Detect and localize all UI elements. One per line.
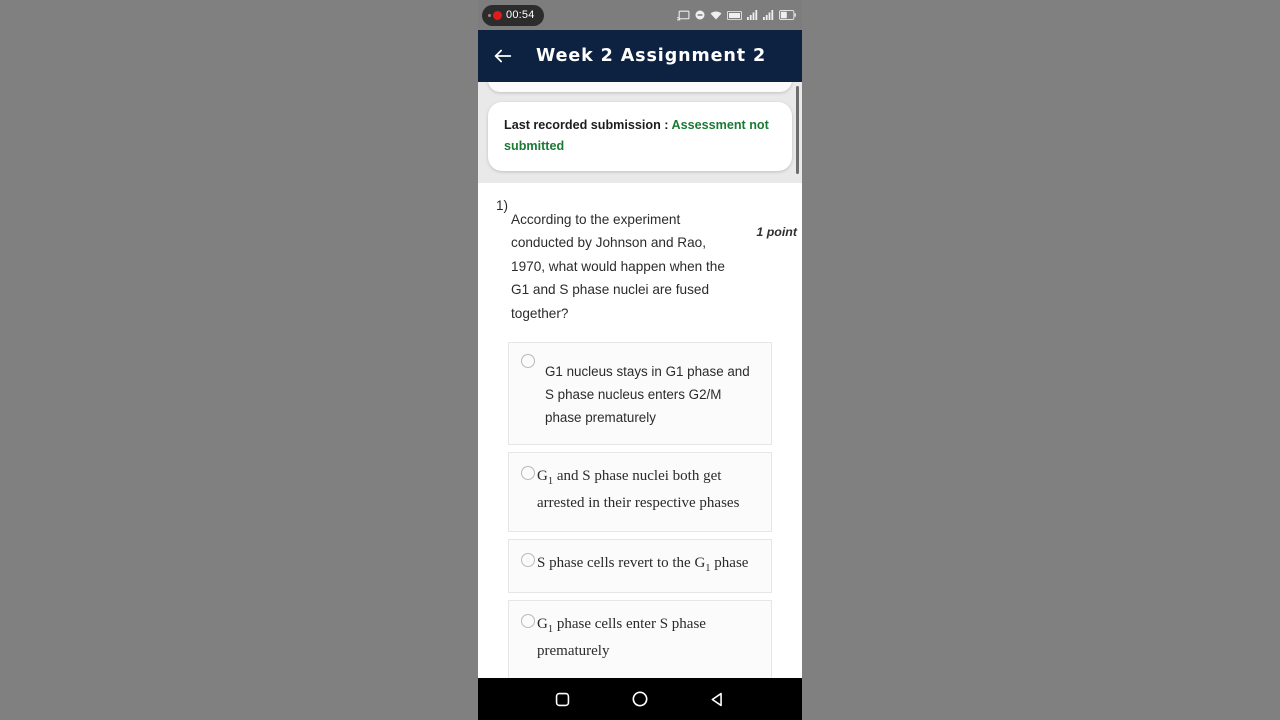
answer-option-d[interactable]: G1 phase cells enter S phase prematurely [508, 600, 772, 678]
assignment-content[interactable]: Last recorded submission : Assessment no… [478, 82, 802, 678]
answer-option-a[interactable]: G1 nucleus stays in G1 phase and S phase… [508, 341, 772, 445]
answer-options-list: G1 nucleus stays in G1 phase and S phase… [478, 326, 802, 678]
screen-recording-indicator[interactable]: 00:54 [482, 4, 544, 26]
answer-option-b-label: G1 and S phase nuclei both get arrested … [537, 467, 740, 511]
answer-option-a-label: G1 nucleus stays in G1 phase and S phase… [545, 363, 750, 425]
question-points-badge: 1 point [756, 224, 797, 239]
cast-icon [677, 10, 690, 21]
square-recents-icon[interactable] [553, 690, 572, 709]
previous-card-partial [488, 82, 792, 92]
radio-button-icon[interactable] [521, 614, 535, 629]
radio-button-icon[interactable] [521, 465, 535, 480]
mobile-data-icon [727, 10, 742, 20]
signal-bars-icon [747, 10, 758, 20]
question-number: 1) [496, 197, 509, 213]
android-nav-bar [478, 678, 802, 720]
signal-bars-icon [763, 10, 774, 20]
answer-option-b[interactable]: G1 and S phase nuclei both get arrested … [508, 451, 772, 532]
recording-prefix-dot [488, 13, 491, 17]
app-bar: Week 2 Assignment 2 [478, 30, 802, 82]
recording-timer: 00:54 [506, 9, 535, 21]
answer-option-c-label: S phase cells revert to the G1 phase [537, 554, 749, 574]
triangle-back-icon[interactable] [708, 690, 727, 709]
radio-button-icon[interactable] [521, 353, 535, 368]
battery-icon [779, 10, 796, 20]
dnd-icon [695, 10, 705, 20]
back-arrow-icon[interactable] [492, 45, 514, 67]
circle-home-icon[interactable] [630, 689, 650, 709]
answer-option-d-label: G1 phase cells enter S phase prematurely [537, 616, 706, 659]
vertical-scrollbar[interactable] [796, 86, 799, 174]
page-title: Week 2 Assignment 2 [536, 46, 767, 66]
question-header: 1) According to the experiment conducted… [478, 197, 802, 326]
cards-zone: Last recorded submission : Assessment no… [478, 82, 802, 183]
radio-button-icon[interactable] [521, 552, 535, 567]
last-submission-card: Last recorded submission : Assessment no… [488, 102, 792, 171]
system-status-icons [677, 10, 796, 21]
question-block: 1) According to the experiment conducted… [478, 182, 802, 678]
status-bar: 00:54 [478, 0, 802, 30]
last-submission-label: Last recorded submission : [504, 118, 672, 132]
cards-zone-spacer [488, 171, 792, 183]
phone-screen: 00:54 Week 2 Assignment 2 Last recorded … [478, 0, 802, 720]
record-dot-icon [493, 10, 502, 20]
question-text: According to the experiment conducted by… [511, 211, 725, 322]
wifi-icon [710, 10, 722, 20]
answer-option-c[interactable]: S phase cells revert to the G1 phase [508, 538, 772, 594]
screen-letterbox: 00:54 Week 2 Assignment 2 Last recorded … [0, 0, 1280, 720]
